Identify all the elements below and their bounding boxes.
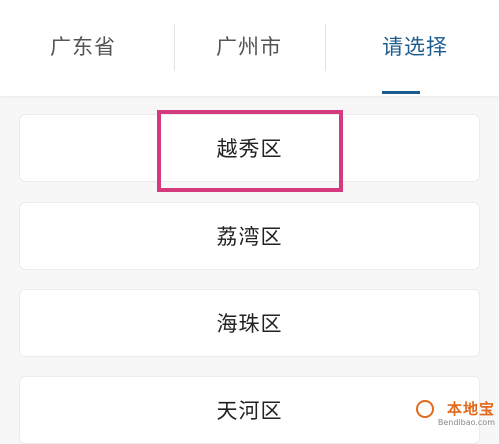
tab-city[interactable]: 广州市 — [166, 0, 332, 96]
district-list: 越秀区 荔湾区 海珠区 天河区 — [0, 96, 499, 444]
tab-province[interactable]: 广东省 — [0, 0, 166, 96]
tab-district-label: 请选择 — [382, 35, 448, 59]
active-tab-indicator — [382, 91, 420, 94]
list-item-yuexiu[interactable]: 越秀区 — [19, 114, 480, 182]
tab-divider — [325, 24, 326, 71]
list-item-label: 越秀区 — [216, 137, 283, 161]
list-item-label: 天河区 — [216, 399, 283, 423]
tab-city-label: 广州市 — [216, 35, 282, 59]
list-item-tianhe[interactable]: 天河区 — [19, 376, 480, 444]
list-item-haizhu[interactable]: 海珠区 — [19, 289, 480, 357]
tab-district[interactable]: 请选择 — [332, 0, 498, 96]
tab-province-label: 广东省 — [50, 35, 116, 59]
list-item-liwan[interactable]: 荔湾区 — [19, 202, 480, 270]
list-item-label: 荔湾区 — [216, 225, 283, 249]
region-tab-bar: 广东省 广州市 请选择 — [0, 0, 499, 96]
list-item-label: 海珠区 — [216, 312, 283, 336]
